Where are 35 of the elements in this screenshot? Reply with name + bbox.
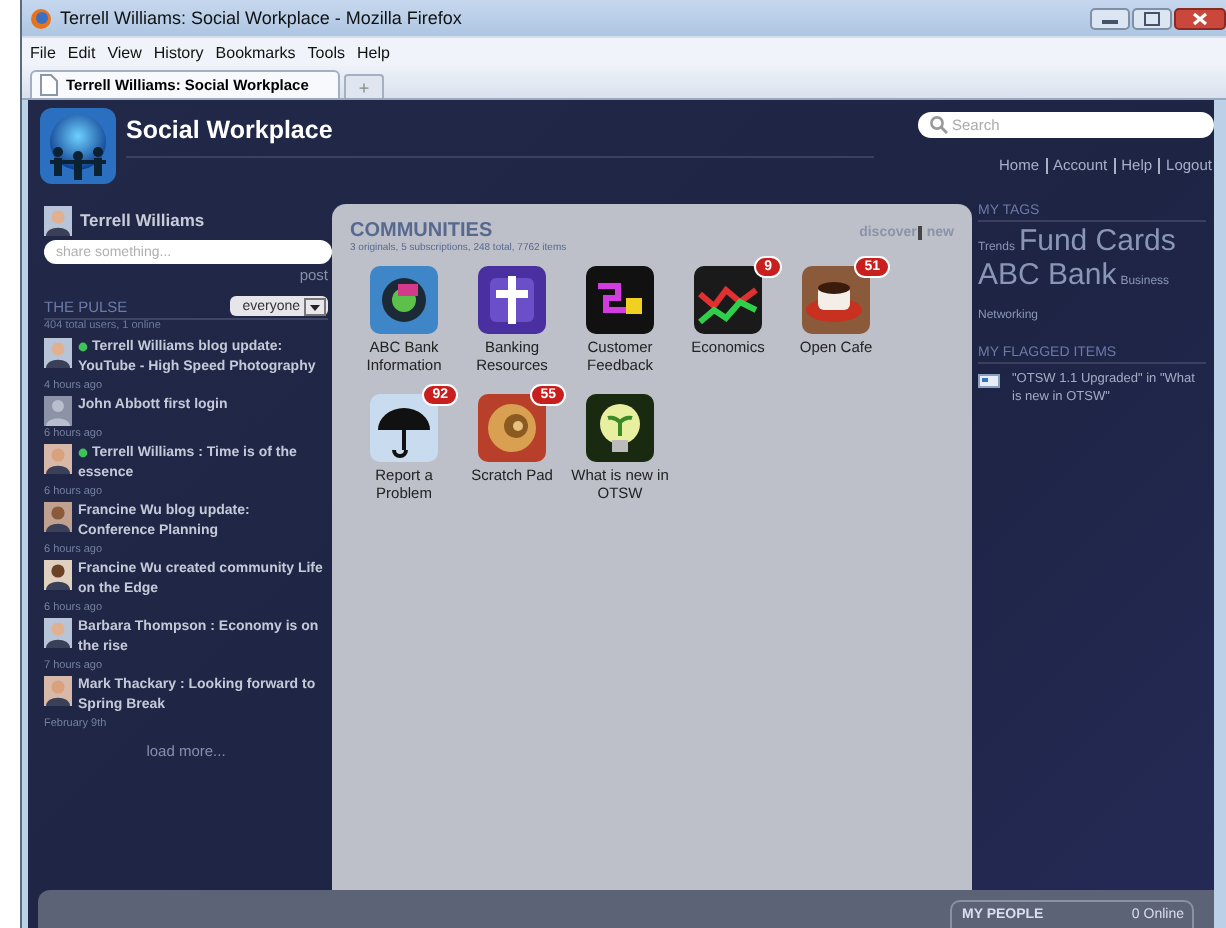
app-icon: [478, 266, 546, 334]
search-icon: [930, 116, 948, 134]
close-icon: [1174, 7, 1226, 29]
caret-icon: [304, 297, 326, 315]
avatar-icon: [44, 560, 72, 590]
maximize-icon: [1132, 7, 1172, 29]
browser-logo-icon: [30, 7, 52, 29]
panel-title: COMMUNITIES: [350, 220, 493, 242]
avatar-icon: [44, 618, 72, 648]
avatar-icon: [44, 205, 72, 235]
menu-item[interactable]: View: [107, 43, 142, 61]
avatar-icon: [44, 338, 72, 368]
menu-item[interactable]: Help: [356, 43, 390, 61]
app-icon: [694, 266, 762, 334]
tag-link[interactable]: ABC Bank: [978, 262, 1117, 290]
menu-item[interactable]: Edit: [67, 43, 96, 61]
menu-item[interactable]: History: [153, 43, 204, 61]
avatar-icon: [44, 444, 72, 474]
people-globe-logo: [40, 108, 116, 184]
avatar-icon: [44, 502, 72, 532]
site-title: Social Workplace: [126, 116, 875, 158]
menu-item[interactable]: Tools: [307, 43, 345, 61]
menu-item[interactable]: Bookmarks: [215, 43, 296, 61]
avatar-icon: [44, 676, 72, 706]
tag-link[interactable]: Fund Cards: [1018, 228, 1176, 256]
avatar-icon: [44, 396, 72, 426]
user-name[interactable]: Terrell Williams: [80, 210, 205, 230]
window-title: Terrell Williams: Social Workplace - Mozilla Firefox: [60, 8, 462, 28]
app-icon: [586, 394, 654, 462]
page-icon: [40, 74, 58, 96]
minimize-icon: [1090, 7, 1130, 29]
app-icon: [586, 266, 654, 334]
app-icon: [370, 266, 438, 334]
menu-item[interactable]: File: [30, 43, 56, 61]
envelope-icon: [978, 374, 1000, 388]
